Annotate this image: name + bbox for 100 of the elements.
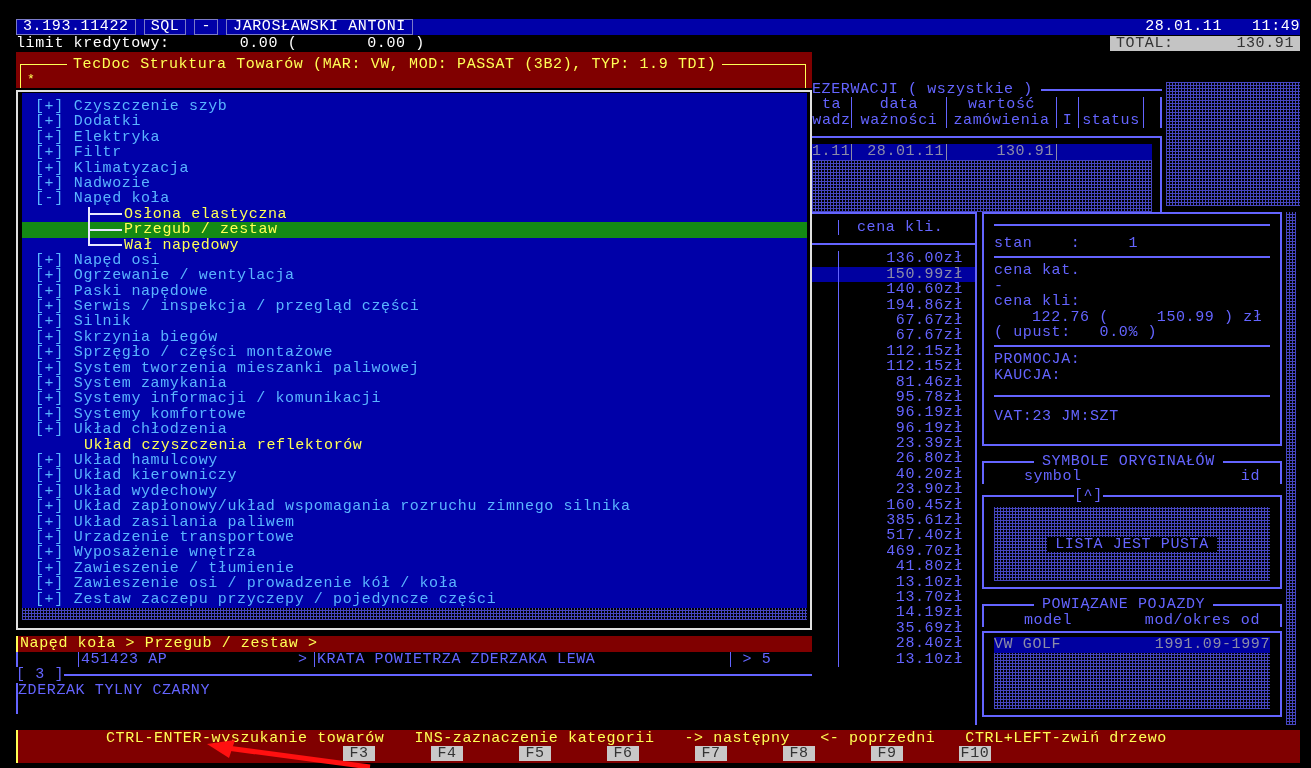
tree-item[interactable]: [+] System zamykania — [22, 376, 807, 392]
tree-item[interactable]: [+] Dodatki — [22, 114, 807, 130]
time-text: 11:49 — [1252, 19, 1300, 35]
function-key[interactable]: F4 — [431, 746, 463, 762]
expand-toggle[interactable]: [+] — [35, 299, 64, 315]
tree-item[interactable]: [+] Czyszczenie szyb — [22, 99, 807, 115]
net-price: 122.76 ( — [1031, 309, 1109, 325]
expand-toggle[interactable]: [+] — [35, 314, 64, 330]
tree-item[interactable]: [+] Zestaw zaczepu przyczepy / pojedyncze części — [22, 591, 807, 607]
expand-toggle[interactable]: [-] — [35, 191, 64, 207]
tree-item[interactable]: [+] Układ wydechowy — [22, 483, 807, 500]
tree-item[interactable]: [+] Klimatyzacja — [22, 160, 807, 176]
function-key[interactable]: F7 — [695, 746, 727, 762]
tree-item[interactable]: [+] Silnik — [22, 314, 807, 330]
expand-toggle[interactable]: [+] — [35, 360, 64, 377]
tree-item[interactable]: [+] Urzadzenie transportowe — [22, 529, 807, 546]
expand-toggle[interactable]: [+] — [35, 545, 64, 561]
tree-item[interactable]: [+] Systemy komfortowe — [22, 406, 807, 423]
vat-text: VAT:23 JM:SZT — [994, 409, 1120, 425]
record-counter: [ 3 ] — [16, 667, 64, 683]
stock-value: : 1 — [1069, 236, 1139, 252]
column-header: id — [1240, 469, 1260, 485]
expand-toggle[interactable]: [+] — [35, 252, 64, 269]
tree-item[interactable]: [+] Układ kierowniczy — [22, 468, 807, 484]
expand-toggle[interactable]: [+] — [35, 175, 64, 192]
column-header: cena kli. — [838, 220, 975, 236]
expand-toggle[interactable]: [+] — [35, 529, 64, 546]
vehicle-period: 1991.09-1997 — [1154, 637, 1270, 653]
expand-toggle[interactable]: [+] — [35, 391, 64, 407]
expand-toggle[interactable]: [+] — [35, 160, 64, 176]
shortcut-hint: CTRL-ENTER-wyszukanie towarów — [106, 731, 385, 747]
expand-toggle[interactable]: [+] — [35, 468, 64, 484]
tree-item[interactable]: [+] Elektryka — [22, 129, 807, 146]
credit-value: 0.00 ( — [239, 35, 298, 52]
expand-toggle[interactable]: [+] — [35, 453, 64, 469]
tree-item[interactable]: Osłona elastyczna — [22, 206, 807, 223]
expand-toggle[interactable]: [+] — [35, 576, 64, 592]
expand-toggle[interactable]: [+] — [35, 514, 64, 530]
expand-toggle[interactable]: [+] — [35, 99, 64, 115]
column-header: symbol — [1024, 469, 1082, 485]
tree-item[interactable]: [+] Układ zapłonowy/układ wspomagania rozruchu zimnego silnika — [22, 499, 807, 515]
expand-toggle[interactable]: [+] — [35, 560, 64, 577]
shortcut-hint: INS-zaznaczenie kategorii — [414, 731, 655, 747]
tree-item[interactable]: [+] Wyposażenie wnętrza — [22, 545, 807, 561]
function-key[interactable]: F8 — [783, 746, 815, 762]
tree-item[interactable]: Przegub / zestaw — [22, 222, 807, 238]
tree-item[interactable]: [+] Układ hamulcowy — [22, 453, 807, 469]
tree-item[interactable]: [+] System tworzenia mieszanki paliwowej — [22, 360, 807, 377]
column-header: model — [1024, 612, 1072, 629]
expand-toggle[interactable]: [+] — [35, 345, 64, 361]
tree-item[interactable]: [+] Paski napędowe — [22, 283, 807, 300]
table-cell: 28.01.11 — [852, 144, 947, 160]
panel-title: EZERWACJI ( wszystkie ) — [812, 82, 1033, 98]
expand-toggle[interactable]: [+] — [35, 376, 64, 392]
tree-item[interactable]: [+] Układ zasilania paliwem — [22, 514, 807, 530]
expand-toggle[interactable]: [+] — [35, 114, 64, 130]
tree-item[interactable]: [+] Filtr — [22, 145, 807, 161]
function-key[interactable]: F10 — [959, 746, 991, 762]
tree-item[interactable]: [+] Zawieszenie / tłumienie — [22, 560, 807, 577]
tree-item[interactable]: [-] Napęd koła — [22, 191, 807, 207]
column-header: I — [1062, 112, 1073, 129]
tree-item[interactable]: [+] Serwis / inspekcja / przegląd części — [22, 299, 807, 315]
function-key[interactable]: F9 — [871, 746, 903, 762]
function-key[interactable]: F6 — [607, 746, 639, 762]
expand-toggle[interactable]: [+] — [35, 145, 64, 161]
function-key[interactable]: F5 — [519, 746, 551, 762]
list-row[interactable]: VW GOLF 1991.09-1997 — [994, 637, 1270, 653]
scroll-marker: [^] — [1074, 488, 1103, 504]
function-key[interactable]: F3 — [343, 746, 375, 762]
expand-toggle[interactable]: [+] — [35, 499, 64, 515]
column-header: data — [879, 97, 919, 113]
table-row[interactable]: 1.11 28.01.11 130.91 — [812, 144, 1152, 160]
tree-item[interactable]: [+] Napęd osi — [22, 252, 807, 269]
tree-item[interactable]: [+] Ogrzewanie / wentylacja — [22, 268, 807, 284]
tree-item[interactable]: [+] Układ chłodzenia — [22, 422, 807, 438]
tree-item[interactable]: [+] Skrzynia biegów — [22, 329, 807, 346]
expand-toggle[interactable]: [+] — [35, 406, 64, 423]
column-header: wadz — [812, 112, 851, 129]
tree-item[interactable]: [+] Zawieszenie osi / prowadzenie kół / koła — [22, 576, 807, 592]
catalog-price-label: cena kat. — [994, 263, 1082, 279]
breadcrumb: Napęd koła > Przegub / zestaw > — [16, 636, 812, 652]
expand-toggle[interactable]: [+] — [35, 591, 64, 607]
section-title: SYMBOLE ORYGINAŁÓW — [1042, 454, 1216, 470]
expand-toggle[interactable]: [+] — [35, 329, 64, 346]
tree-item[interactable]: [+] Nadwozie — [22, 175, 807, 192]
note-text: ZDERZAK TYLNY CZARNY — [16, 682, 812, 714]
expand-toggle[interactable]: [+] — [35, 483, 64, 500]
expand-toggle[interactable]: [+] — [35, 283, 64, 300]
tree-item[interactable]: Wał napędowy — [22, 237, 807, 253]
expand-toggle[interactable]: [+] — [35, 268, 64, 284]
table-cell: 1.11 — [812, 144, 852, 160]
tree-item[interactable]: Układ czyszczenia reflektorów — [22, 437, 807, 453]
expand-toggle[interactable]: [+] — [35, 422, 64, 438]
expand-toggle[interactable]: [+] — [35, 129, 64, 146]
table-cell-text: > — [298, 652, 309, 668]
promo-label: PROMOCJA: — [994, 352, 1082, 368]
column-header: zamówienia — [953, 112, 1050, 129]
tree-item[interactable]: [+] Systemy informacji / komunikacji — [22, 391, 807, 407]
tree-item[interactable]: [+] Sprzęgło / części montażowe — [22, 345, 807, 361]
table-cell: 130.91 — [947, 144, 1057, 160]
